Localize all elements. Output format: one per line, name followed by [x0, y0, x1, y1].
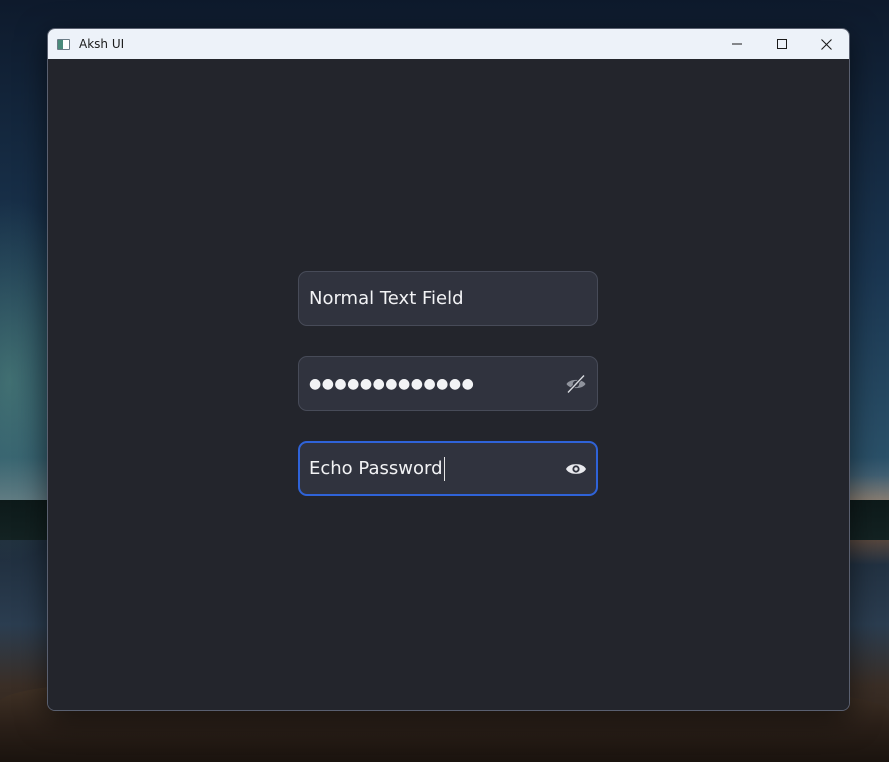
normal-text-field[interactable]: Normal Text Field	[298, 271, 598, 326]
echo-password-field-value: Echo Password	[309, 457, 443, 479]
minimize-button[interactable]	[714, 29, 759, 59]
close-icon	[821, 38, 832, 50]
title-bar[interactable]: Aksh UI	[48, 29, 849, 59]
close-button[interactable]	[804, 29, 849, 59]
window-title: Aksh UI	[79, 37, 125, 51]
password-visibility-toggle[interactable]	[564, 372, 588, 396]
desktop-treeline-left	[0, 500, 48, 540]
maximize-icon	[776, 39, 787, 49]
echo-password-field-text: Echo Password	[309, 456, 564, 481]
eye-icon	[566, 463, 586, 474]
app-window: Aksh UI Normal Text Field ●●●●●●●●●●●●● …	[47, 28, 850, 711]
eye-slash-icon	[566, 373, 586, 394]
maximize-button[interactable]	[759, 29, 804, 59]
password-field-value: ●●●●●●●●●●●●●	[309, 375, 475, 392]
echo-password-field[interactable]: Echo Password	[298, 441, 598, 496]
normal-text-field-value: Normal Text Field	[309, 288, 464, 309]
text-cursor	[443, 456, 445, 481]
desktop-treeline-right	[848, 500, 889, 540]
echo-password-visibility-toggle[interactable]	[564, 457, 588, 481]
password-field[interactable]: ●●●●●●●●●●●●●	[298, 356, 598, 411]
app-window-icon	[57, 38, 70, 50]
minimize-icon	[731, 43, 742, 45]
caption-buttons	[714, 29, 849, 59]
window-content: Normal Text Field ●●●●●●●●●●●●● Echo Pas…	[48, 59, 849, 710]
